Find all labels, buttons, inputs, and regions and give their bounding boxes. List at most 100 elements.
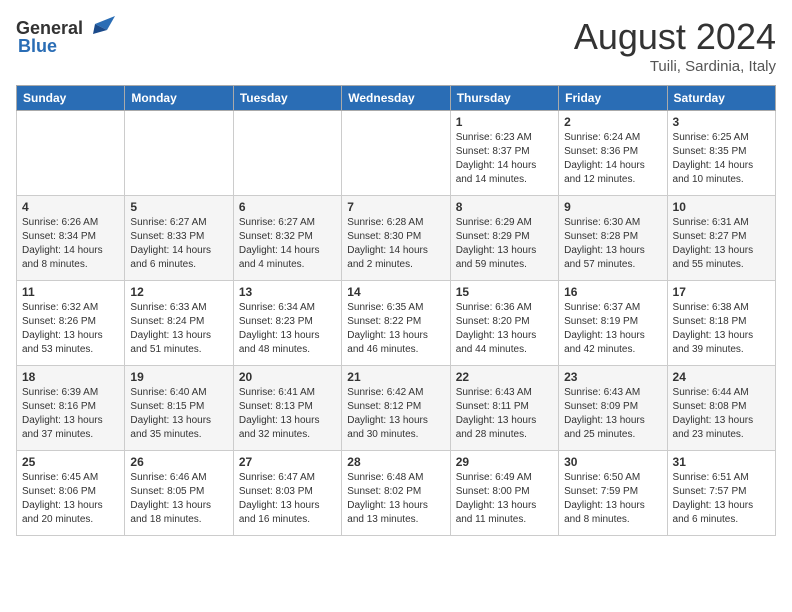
calendar-cell: 12Sunrise: 6:33 AMSunset: 8:24 PMDayligh… — [125, 281, 233, 366]
logo-blue: Blue — [18, 36, 57, 57]
day-info: Sunrise: 6:29 AMSunset: 8:29 PMDaylight:… — [456, 216, 553, 272]
day-info: Sunrise: 6:49 AMSunset: 8:00 PMDaylight:… — [456, 471, 553, 527]
day-info: Sunrise: 6:50 AMSunset: 7:59 PMDaylight:… — [564, 471, 661, 527]
day-number: 11 — [22, 285, 119, 299]
calendar-cell: 1Sunrise: 6:23 AMSunset: 8:37 PMDaylight… — [450, 111, 558, 196]
weekday-header-thursday: Thursday — [450, 86, 558, 111]
calendar-cell: 3 Sunrise: 6:25 AMSunset: 8:35 PMDaylight… — [667, 111, 775, 196]
calendar-cell: 8 Sunrise: 6:29 AMSunset: 8:29 PMDaylight… — [450, 196, 558, 281]
day-number: 26 — [130, 455, 227, 469]
day-number: 21 — [347, 370, 444, 384]
weekday-header-monday: Monday — [125, 86, 233, 111]
day-number: 23 — [564, 370, 661, 384]
day-number: 20 — [239, 370, 336, 384]
day-info: Sunrise: 6:41 AMSunset: 8:13 PMDaylight:… — [239, 386, 336, 442]
calendar-cell: 27 Sunrise: 6:47 AMSunset: 8:03 PMDayligh… — [233, 451, 341, 536]
day-info: Sunrise: 6:40 AMSunset: 8:15 PMDaylight:… — [130, 386, 227, 442]
calendar-week-row: 25 Sunrise: 6:45 AMSunset: 8:06 PMDayligh… — [17, 451, 776, 536]
day-info: Sunrise: 6:34 AMSunset: 8:23 PMDaylight:… — [239, 301, 336, 357]
month-title: August 2024 — [574, 16, 776, 58]
day-number: 18 — [22, 370, 119, 384]
day-number: 1 — [456, 115, 553, 129]
weekday-header-tuesday: Tuesday — [233, 86, 341, 111]
day-info: Sunrise: 6:33 AMSunset: 8:24 PMDaylight:… — [130, 301, 227, 357]
day-number: 6 — [239, 200, 336, 214]
calendar-cell: 26Sunrise: 6:46 AMSunset: 8:05 PMDayligh… — [125, 451, 233, 536]
calendar-cell — [342, 111, 450, 196]
day-info: Sunrise: 6:28 AMSunset: 8:30 PMDaylight:… — [347, 216, 444, 272]
calendar-cell — [125, 111, 233, 196]
calendar-cell: 21 Sunrise: 6:42 AMSunset: 8:12 PMDayligh… — [342, 366, 450, 451]
day-number: 15 — [456, 285, 553, 299]
location-subtitle: Tuili, Sardinia, Italy — [574, 58, 776, 75]
calendar-cell: 5Sunrise: 6:27 AMSunset: 8:33 PMDaylight… — [125, 196, 233, 281]
day-number: 13 — [239, 285, 336, 299]
day-number: 27 — [239, 455, 336, 469]
weekday-header-row: SundayMondayTuesdayWednesdayThursdayFrid… — [17, 86, 776, 111]
day-number: 2 — [564, 115, 661, 129]
day-info: Sunrise: 6:36 AMSunset: 8:20 PMDaylight:… — [456, 301, 553, 357]
day-info: Sunrise: 6:30 AMSunset: 8:28 PMDaylight:… — [564, 216, 661, 272]
calendar-cell: 19 Sunrise: 6:40 AMSunset: 8:15 PMDayligh… — [125, 366, 233, 451]
weekday-header-saturday: Saturday — [667, 86, 775, 111]
calendar-cell: 18 Sunrise: 6:39 AMSunset: 8:16 PMDayligh… — [17, 366, 125, 451]
day-number: 31 — [673, 455, 770, 469]
calendar-cell: 31 Sunrise: 6:51 AMSunset: 7:57 PMDayligh… — [667, 451, 775, 536]
day-number: 16 — [564, 285, 661, 299]
calendar-cell: 7 Sunrise: 6:28 AMSunset: 8:30 PMDaylight… — [342, 196, 450, 281]
day-number: 29 — [456, 455, 553, 469]
calendar-cell — [17, 111, 125, 196]
day-number: 17 — [673, 285, 770, 299]
day-number: 25 — [22, 455, 119, 469]
calendar-cell: 16Sunrise: 6:37 AMSunset: 8:19 PMDayligh… — [559, 281, 667, 366]
calendar-week-row: 1Sunrise: 6:23 AMSunset: 8:37 PMDaylight… — [17, 111, 776, 196]
calendar-week-row: 4 Sunrise: 6:26 AMSunset: 8:34 PMDaylight… — [17, 196, 776, 281]
day-number: 24 — [673, 370, 770, 384]
day-info: Sunrise: 6:51 AMSunset: 7:57 PMDaylight:… — [673, 471, 770, 527]
day-info: Sunrise: 6:45 AMSunset: 8:06 PMDaylight:… — [22, 471, 119, 527]
day-number: 4 — [22, 200, 119, 214]
day-number: 3 — [673, 115, 770, 129]
calendar-table: SundayMondayTuesdayWednesdayThursdayFrid… — [16, 85, 776, 536]
title-block: August 2024 Tuili, Sardinia, Italy — [574, 16, 776, 75]
calendar-cell: 6Sunrise: 6:27 AMSunset: 8:32 PMDaylight… — [233, 196, 341, 281]
calendar-cell: 24 Sunrise: 6:44 AMSunset: 8:08 PMDayligh… — [667, 366, 775, 451]
day-number: 14 — [347, 285, 444, 299]
day-number: 9 — [564, 200, 661, 214]
calendar-cell: 30 Sunrise: 6:50 AMSunset: 7:59 PMDayligh… — [559, 451, 667, 536]
day-info: Sunrise: 6:24 AMSunset: 8:36 PMDaylight:… — [564, 131, 661, 187]
day-number: 7 — [347, 200, 444, 214]
day-number: 19 — [130, 370, 227, 384]
day-info: Sunrise: 6:47 AMSunset: 8:03 PMDaylight:… — [239, 471, 336, 527]
day-info: Sunrise: 6:38 AMSunset: 8:18 PMDaylight:… — [673, 301, 770, 357]
weekday-header-sunday: Sunday — [17, 86, 125, 111]
day-info: Sunrise: 6:26 AMSunset: 8:34 PMDaylight:… — [22, 216, 119, 272]
calendar-cell: 20 Sunrise: 6:41 AMSunset: 8:13 PMDayligh… — [233, 366, 341, 451]
day-info: Sunrise: 6:43 AMSunset: 8:11 PMDaylight:… — [456, 386, 553, 442]
calendar-cell: 22 Sunrise: 6:43 AMSunset: 8:11 PMDayligh… — [450, 366, 558, 451]
calendar-week-row: 11Sunrise: 6:32 AMSunset: 8:26 PMDayligh… — [17, 281, 776, 366]
day-number: 30 — [564, 455, 661, 469]
day-number: 28 — [347, 455, 444, 469]
logo: General Blue — [16, 16, 115, 57]
calendar-cell: 11Sunrise: 6:32 AMSunset: 8:26 PMDayligh… — [17, 281, 125, 366]
logo-bird-icon — [85, 16, 115, 40]
day-info: Sunrise: 6:42 AMSunset: 8:12 PMDaylight:… — [347, 386, 444, 442]
day-number: 10 — [673, 200, 770, 214]
day-info: Sunrise: 6:39 AMSunset: 8:16 PMDaylight:… — [22, 386, 119, 442]
calendar-cell: 25 Sunrise: 6:45 AMSunset: 8:06 PMDayligh… — [17, 451, 125, 536]
calendar-cell: 14 Sunrise: 6:35 AMSunset: 8:22 PMDayligh… — [342, 281, 450, 366]
calendar-cell: 17 Sunrise: 6:38 AMSunset: 8:18 PMDayligh… — [667, 281, 775, 366]
day-info: Sunrise: 6:48 AMSunset: 8:02 PMDaylight:… — [347, 471, 444, 527]
page-header: General Blue August 2024 Tuili, Sardinia… — [16, 16, 776, 75]
calendar-cell: 4 Sunrise: 6:26 AMSunset: 8:34 PMDaylight… — [17, 196, 125, 281]
day-info: Sunrise: 6:35 AMSunset: 8:22 PMDaylight:… — [347, 301, 444, 357]
day-number: 22 — [456, 370, 553, 384]
day-info: Sunrise: 6:44 AMSunset: 8:08 PMDaylight:… — [673, 386, 770, 442]
day-number: 5 — [130, 200, 227, 214]
day-info: Sunrise: 6:25 AMSunset: 8:35 PMDaylight:… — [673, 131, 770, 187]
day-number: 8 — [456, 200, 553, 214]
calendar-cell: 28 Sunrise: 6:48 AMSunset: 8:02 PMDayligh… — [342, 451, 450, 536]
calendar-cell: 2 Sunrise: 6:24 AMSunset: 8:36 PMDaylight… — [559, 111, 667, 196]
calendar-cell: 29 Sunrise: 6:49 AMSunset: 8:00 PMDayligh… — [450, 451, 558, 536]
